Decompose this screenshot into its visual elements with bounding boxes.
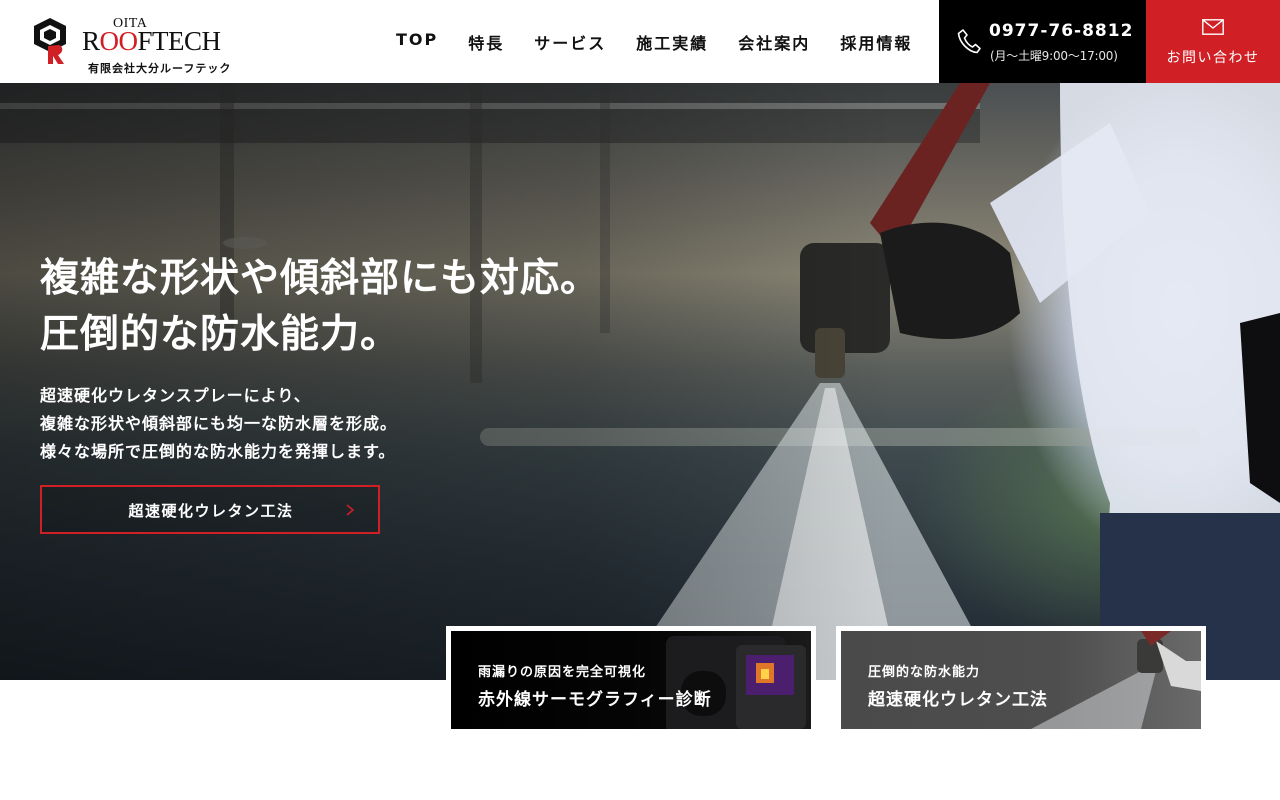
- main-nav: TOP 特長 サービス 施工実績 会社案内 採用情報: [385, 30, 927, 54]
- hero-title: 複雑な形状や傾斜部にも対応。 圧倒的な防水能力。: [40, 251, 600, 363]
- card-urethane-title: 超速硬化ウレタン工法: [868, 690, 1048, 710]
- logo-name-red: OO: [99, 26, 139, 56]
- phone-number: 0977-76-8812: [989, 21, 1134, 41]
- thermal-camera-image: [666, 636, 806, 729]
- hero-text-line3: 様々な場所で圧倒的な防水能力を発揮します。: [40, 442, 396, 461]
- logo-name-left: R: [82, 26, 100, 56]
- card-thermography[interactable]: 雨漏りの原因を完全可視化 赤外線サーモグラフィー診断: [446, 626, 816, 734]
- hero-description: 超速硬化ウレタンスプレーにより、 複雑な形状や傾斜部にも均一な防水層を形成。 様…: [40, 382, 397, 466]
- hero-title-line1: 複雑な形状や傾斜部にも対応。: [40, 256, 601, 301]
- hero-urethane-button[interactable]: 超速硬化ウレタン工法: [40, 485, 380, 534]
- card-thermography-title: 赤外線サーモグラフィー診断: [478, 690, 712, 710]
- nav-item-works[interactable]: 施工実績: [621, 30, 723, 54]
- hero-section: 複雑な形状や傾斜部にも対応。 圧倒的な防水能力。 超速硬化ウレタンスプレーにより…: [0, 83, 1280, 680]
- site-logo[interactable]: OITA ROOFTECH 有限会社大分ルーフテック: [30, 14, 260, 75]
- card-urethane[interactable]: 圧倒的な防水能力 超速硬化ウレタン工法: [836, 626, 1206, 734]
- contact-label: お問い合わせ: [1166, 50, 1260, 66]
- nav-item-services[interactable]: サービス: [519, 30, 621, 54]
- nav-item-features[interactable]: 特長: [453, 30, 519, 54]
- hero-text-line1: 超速硬化ウレタンスプレーにより、: [40, 386, 311, 405]
- logo-mark-icon: [34, 18, 66, 64]
- spray-gun-image: [1031, 631, 1201, 729]
- nav-item-top[interactable]: TOP: [385, 30, 453, 54]
- mail-icon: [1202, 19, 1224, 35]
- contact-button[interactable]: お問い合わせ: [1146, 0, 1280, 83]
- hero-title-line2: 圧倒的な防水能力。: [40, 312, 401, 357]
- phone-icon: [957, 29, 981, 54]
- logo-name-right: FTECH: [137, 26, 222, 56]
- card-urethane-inner: 圧倒的な防水能力 超速硬化ウレタン工法: [841, 631, 1201, 729]
- card-thermography-subtitle: 雨漏りの原因を完全可視化: [478, 665, 647, 680]
- hero-text-line2: 複雑な形状や傾斜部にも均一な防水層を形成。: [40, 414, 398, 433]
- card-urethane-subtitle: 圧倒的な防水能力: [868, 665, 981, 680]
- chevron-right-icon: [346, 504, 355, 516]
- logo-subtitle: 有限会社大分ルーフテック: [88, 62, 232, 75]
- logo-name: ROOFTECH: [82, 26, 221, 57]
- phone-button[interactable]: 0977-76-8812 (月〜土曜9:00〜17:00): [939, 0, 1146, 83]
- phone-hours: (月〜土曜9:00〜17:00): [990, 49, 1118, 63]
- nav-item-recruit[interactable]: 採用情報: [825, 30, 927, 54]
- hero-button-label: 超速硬化ウレタン工法: [128, 502, 294, 520]
- nav-item-company[interactable]: 会社案内: [723, 30, 825, 54]
- card-thermography-inner: 雨漏りの原因を完全可視化 赤外線サーモグラフィー診断: [451, 631, 811, 729]
- site-header: OITA ROOFTECH 有限会社大分ルーフテック TOP 特長 サービス 施…: [0, 0, 1280, 83]
